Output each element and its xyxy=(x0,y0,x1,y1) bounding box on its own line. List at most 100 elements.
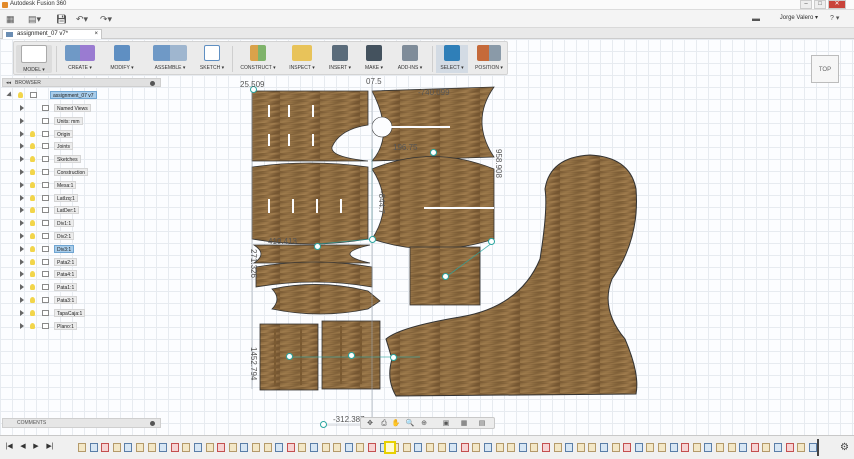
visibility-bulb-icon[interactable] xyxy=(18,92,23,98)
addins-menu[interactable]: ADD-INS ▾ xyxy=(392,45,428,73)
timeline-settings-icon[interactable]: ⚙ xyxy=(840,442,849,453)
timeline-feature[interactable] xyxy=(553,443,562,452)
sketch-point[interactable] xyxy=(442,273,449,280)
timeline-feature[interactable] xyxy=(785,443,794,452)
zoom-icon[interactable]: 🔍 xyxy=(405,419,415,428)
timeline-feature[interactable] xyxy=(750,443,759,452)
timeline-feature[interactable] xyxy=(634,443,643,452)
dimension-label[interactable]: 410.413 xyxy=(268,237,297,246)
dimension-label[interactable]: 1452.794 xyxy=(249,347,258,380)
browser-item[interactable]: Div1:1 xyxy=(20,218,160,228)
timeline-feature[interactable] xyxy=(402,443,411,452)
timeline-feature[interactable] xyxy=(507,443,516,452)
orbit-icon[interactable]: ✥ xyxy=(365,419,375,428)
browser-item[interactable]: Pata4:1 xyxy=(20,269,160,279)
make-menu[interactable]: MAKE ▾ xyxy=(360,45,388,73)
browser-item[interactable]: Div2:1 xyxy=(20,231,160,241)
timeline-feature[interactable] xyxy=(205,443,214,452)
timeline-feature[interactable] xyxy=(298,443,307,452)
browser-item[interactable]: Pata1:1 xyxy=(20,282,160,292)
timeline-feature[interactable] xyxy=(194,443,202,452)
timeline-feature[interactable] xyxy=(414,443,423,452)
timeline-feature[interactable] xyxy=(646,443,655,452)
timeline-feature[interactable] xyxy=(321,443,330,452)
browser-item[interactable]: LatDer:1 xyxy=(20,205,160,215)
construct-menu[interactable]: CONSTRUCT ▾ xyxy=(236,45,280,73)
timeline-feature[interactable] xyxy=(727,443,736,452)
visibility-bulb-icon[interactable] xyxy=(30,130,35,137)
look-at-icon[interactable]: ⎙ xyxy=(379,419,389,428)
expand-icon[interactable] xyxy=(20,233,24,239)
timeline-feature[interactable] xyxy=(182,443,191,452)
timeline-feature[interactable] xyxy=(240,443,249,452)
expand-icon[interactable] xyxy=(20,245,24,252)
timeline-feature[interactable] xyxy=(460,443,469,452)
expand-icon[interactable] xyxy=(20,105,24,111)
sketch-point[interactable] xyxy=(390,354,397,361)
notifications-icon[interactable]: ▬ xyxy=(752,13,760,25)
timeline-feature[interactable] xyxy=(658,443,666,452)
timeline-feature[interactable] xyxy=(588,443,597,452)
timeline-feature[interactable] xyxy=(518,443,527,452)
sketch-point[interactable] xyxy=(286,353,293,360)
browser-item[interactable]: Construction xyxy=(20,167,160,177)
grid-settings-icon[interactable]: ▦ xyxy=(459,419,469,428)
browser-item[interactable]: Origin xyxy=(20,129,160,139)
timeline-feature[interactable] xyxy=(275,443,284,452)
timeline-feature[interactable] xyxy=(762,443,771,452)
pin-icon[interactable] xyxy=(150,421,155,426)
expand-icon[interactable] xyxy=(20,297,24,303)
pin-icon[interactable] xyxy=(150,81,155,86)
browser-item[interactable]: Mesa:1 xyxy=(20,180,160,190)
close-tab-icon[interactable]: × xyxy=(94,30,98,39)
browser-item[interactable]: Div3:1 xyxy=(20,244,160,254)
visibility-bulb-icon[interactable] xyxy=(30,284,35,291)
timeline-feature[interactable] xyxy=(542,443,550,452)
part-div1[interactable] xyxy=(251,162,369,245)
timeline-feature[interactable] xyxy=(739,443,748,452)
file-menu-icon[interactable]: ▤▾ xyxy=(28,13,41,25)
timeline-feature[interactable] xyxy=(774,443,782,452)
timeline-current-feature[interactable] xyxy=(384,441,396,454)
create-menu[interactable]: CREATE ▾ xyxy=(60,45,100,73)
timeline-feature[interactable] xyxy=(368,443,376,452)
timeline-feature[interactable] xyxy=(472,443,481,452)
timeline-feature[interactable] xyxy=(437,443,446,452)
timeline-feature[interactable] xyxy=(78,443,86,452)
timeline-feature[interactable] xyxy=(669,443,678,452)
visibility-bulb-icon[interactable] xyxy=(30,181,35,188)
timeline-feature[interactable] xyxy=(530,443,539,452)
expand-icon[interactable] xyxy=(6,91,14,99)
timeline-play-button[interactable]: ▶ xyxy=(32,442,40,452)
user-menu[interactable]: Jorge Valero ▾ xyxy=(780,14,818,21)
timeline-feature[interactable] xyxy=(692,443,701,452)
browser-item[interactable]: LatIzq:1 xyxy=(20,193,160,203)
tab-assignment[interactable]: assignment_07 v7* × xyxy=(2,29,102,39)
timeline-feature[interactable] xyxy=(484,443,492,452)
comments-panel[interactable]: COMMENTS xyxy=(2,418,161,428)
dimension-label[interactable]: -740.099 xyxy=(418,88,450,97)
visibility-bulb-icon[interactable] xyxy=(30,156,35,163)
help-icon[interactable]: ? ▾ xyxy=(830,13,839,25)
expand-icon[interactable] xyxy=(20,309,24,316)
visibility-bulb-icon[interactable] xyxy=(30,207,35,214)
browser-item[interactable]: Joints xyxy=(20,141,160,151)
timeline-feature[interactable] xyxy=(333,443,342,452)
expand-icon[interactable] xyxy=(20,284,24,291)
dimension-label[interactable]: 958.908 xyxy=(494,149,503,178)
workspace-switcher[interactable]: MODEL ▾ xyxy=(16,45,52,73)
redo-icon[interactable]: ↷▾ xyxy=(100,13,112,25)
timeline-marker[interactable] xyxy=(817,439,819,456)
expand-icon[interactable] xyxy=(20,117,24,124)
display-settings-icon[interactable]: ▣ xyxy=(441,419,451,428)
maximize-button[interactable]: □ xyxy=(814,0,826,9)
timeline-next-button[interactable]: ▶| xyxy=(46,442,54,452)
visibility-bulb-icon[interactable] xyxy=(30,169,35,175)
visibility-bulb-icon[interactable] xyxy=(30,220,35,227)
browser-item[interactable]: Pata2:1 xyxy=(20,257,160,267)
timeline-feature[interactable] xyxy=(252,443,260,452)
close-button[interactable]: ✕ xyxy=(828,0,846,9)
timeline-feature[interactable] xyxy=(623,443,632,452)
browser-header[interactable]: ◂◂ BROWSER xyxy=(2,78,161,87)
data-panel-icon[interactable]: ▦ xyxy=(6,13,15,25)
